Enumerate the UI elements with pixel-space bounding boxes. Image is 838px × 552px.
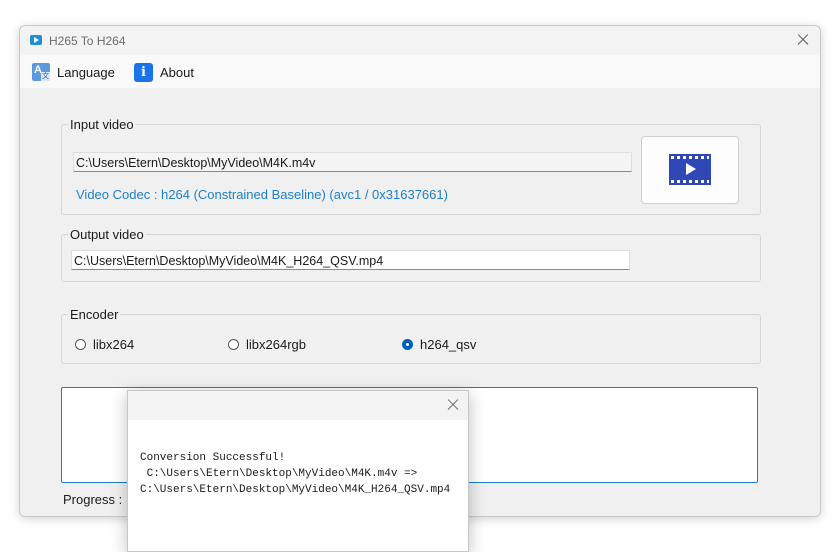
encoder-option-h264-qsv[interactable]: h264_qsv bbox=[402, 337, 476, 352]
progress-label: Progress : bbox=[63, 492, 123, 507]
about-menu-label: About bbox=[160, 64, 194, 80]
encoder-option-label: libx264 bbox=[93, 337, 135, 352]
language-menu[interactable]: A文 Language bbox=[32, 61, 115, 83]
output-video-path[interactable]: C:\Users\Etern\Desktop\MyVideo\M4K_H264_… bbox=[71, 250, 630, 270]
title-bar: H265 To H264 bbox=[20, 26, 820, 55]
input-video-label: Input video bbox=[68, 117, 136, 132]
dialog-message: Conversion Successful! C:\Users\Etern\De… bbox=[140, 452, 451, 496]
radio-button-selected[interactable] bbox=[402, 339, 413, 350]
video-codec-info: Video Codec : h264 (Constrained Baseline… bbox=[76, 187, 448, 202]
dialog-title-bar bbox=[128, 391, 468, 420]
film-play-icon bbox=[669, 154, 711, 185]
encoder-option-label: libx264rgb bbox=[246, 337, 306, 352]
video-play-icon bbox=[30, 35, 42, 45]
language-menu-label: Language bbox=[57, 64, 115, 80]
input-video-path[interactable]: C:\Users\Etern\Desktop\MyVideo\M4K.m4v bbox=[73, 152, 632, 172]
encoder-option-libx264rgb[interactable]: libx264rgb bbox=[228, 337, 306, 352]
encoder-option-libx264[interactable]: libx264 bbox=[75, 337, 134, 352]
close-icon[interactable] bbox=[445, 397, 461, 413]
translate-icon: A文 bbox=[32, 63, 50, 81]
radio-button[interactable] bbox=[228, 339, 239, 350]
close-icon[interactable] bbox=[794, 31, 812, 49]
encoder-option-label: h264_qsv bbox=[420, 337, 477, 352]
window-title: H265 To H264 bbox=[49, 34, 126, 48]
about-menu[interactable]: i About bbox=[134, 61, 194, 83]
output-video-label: Output video bbox=[68, 227, 146, 242]
menu-bar: A文 Language i About bbox=[20, 55, 820, 88]
radio-button[interactable] bbox=[75, 339, 86, 350]
conversion-dialog: Conversion Successful! C:\Users\Etern\De… bbox=[127, 390, 469, 552]
encoder-label: Encoder bbox=[68, 307, 121, 322]
info-icon: i bbox=[134, 62, 153, 82]
browse-video-button[interactable] bbox=[641, 136, 739, 204]
